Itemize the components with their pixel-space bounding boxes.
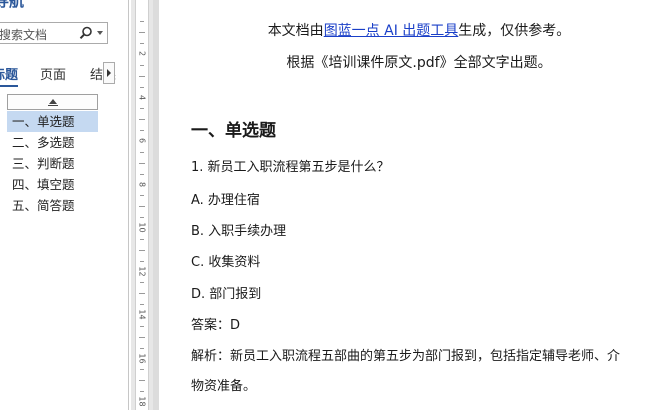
option-d: D. 部门报到 (191, 287, 262, 302)
ruler-tick (140, 151, 144, 153)
ruler-tick (140, 86, 144, 88)
ruler-tick (140, 130, 144, 132)
subtitle-line: 根据《培训课件原文.pdf》全部文字出题。 (286, 55, 552, 71)
ruler-tick (140, 108, 144, 110)
ruler-tick (139, 75, 145, 77)
pane-splitter[interactable] (128, 0, 129, 410)
nav-tabs: 标题 页面 结果 (0, 60, 118, 87)
ruler-tick (140, 195, 144, 197)
ruler-number: 2 (137, 50, 147, 57)
generator-link[interactable]: 图蓝一点 AI 出题工具 (324, 23, 459, 39)
heading-item-short-answer[interactable]: 五、简答题 (7, 195, 98, 216)
ruler-tick (140, 21, 144, 23)
search-documents-input[interactable]: 搜索文档 (0, 22, 108, 44)
intro-prefix: 本文档由 (267, 23, 324, 39)
ruler-tick (140, 347, 144, 349)
ruler-number: 14 (137, 309, 147, 320)
ruler-tick (139, 249, 145, 251)
ruler-tick (140, 391, 144, 393)
ruler-number: 6 (137, 137, 147, 144)
option-b: B. 入职手续办理 (191, 224, 287, 239)
ruler-tick (140, 260, 144, 262)
heading-item-multiple-choice[interactable]: 二、多选题 (7, 132, 98, 153)
ruler-tick (139, 206, 145, 208)
ruler-tick (139, 380, 145, 382)
heading-item-fill-in[interactable]: 四、填空题 (7, 174, 98, 195)
ruler-number: 18 (137, 396, 147, 407)
section-heading: 一、单选题 (191, 121, 276, 141)
ruler-number: 12 (137, 265, 147, 277)
tabs-scroll-right-button[interactable] (103, 62, 115, 84)
ruler-tick (140, 325, 144, 327)
option-a: A. 办理住宿 (191, 193, 260, 208)
ruler-tick (140, 304, 144, 306)
answer-text: 答案：D (191, 318, 241, 333)
navigation-pane: 导航 搜索文档 标题 页面 结果 一、单选题 二、多选题 三、判断题 四、填空题… (0, 0, 128, 410)
search-icon[interactable] (79, 26, 93, 40)
vertical-ruler: 2 4 6 8 10 12 14 16 18 (131, 0, 153, 410)
analysis-text: 解析：新员工入职流程五部曲的第五步为部门报到，包括指定辅导老师、介 (191, 349, 621, 364)
ruler-tick (140, 282, 144, 284)
search-options-dropdown-icon[interactable] (97, 31, 103, 35)
heading-item-single-choice[interactable]: 一、单选题 (7, 111, 98, 132)
ruler-number: 10 (137, 222, 147, 233)
nav-pane-title: 导航 (0, 0, 25, 10)
collapse-up-icon (49, 99, 57, 104)
ruler-number: 4 (137, 94, 147, 100)
ruler-tick (140, 43, 144, 45)
collapse-all-button[interactable] (7, 94, 98, 110)
analysis-text-continued: 物资准备。 (191, 379, 257, 394)
ruler-tick (140, 238, 144, 240)
ruler-number: 8 (137, 181, 147, 187)
headings-list: 一、单选题 二、多选题 三、判断题 四、填空题 五、简答题 (7, 111, 98, 216)
ruler-tick (140, 369, 144, 371)
ruler-tick (139, 162, 145, 164)
document-page[interactable]: 本文档由图蓝一点 AI 出题工具生成，仅供参考。 根据《培训课件原文.pdf》全… (159, 0, 650, 410)
ruler-tick (139, 32, 145, 34)
intro-suffix: 生成，仅供参考。 (458, 23, 571, 39)
ruler-tick (140, 173, 144, 175)
option-c: C. 收集资料 (191, 255, 261, 270)
tab-pages[interactable]: 页面 (40, 64, 66, 83)
intro-line: 本文档由图蓝一点 AI 出题工具生成，仅供参考。 (159, 20, 650, 40)
ruler-tick (140, 64, 144, 66)
ruler-tick (140, 217, 144, 219)
ruler-number: 16 (137, 352, 147, 364)
ruler-tick (139, 293, 145, 295)
heading-item-true-false[interactable]: 三、判断题 (7, 153, 98, 174)
question-text: 1. 新员工入职流程第五步是什么？ (191, 160, 390, 175)
search-placeholder: 搜索文档 (0, 28, 48, 42)
ruler-tick (139, 336, 145, 338)
ruler-tick (139, 119, 145, 121)
tab-headings[interactable]: 标题 (0, 64, 19, 87)
